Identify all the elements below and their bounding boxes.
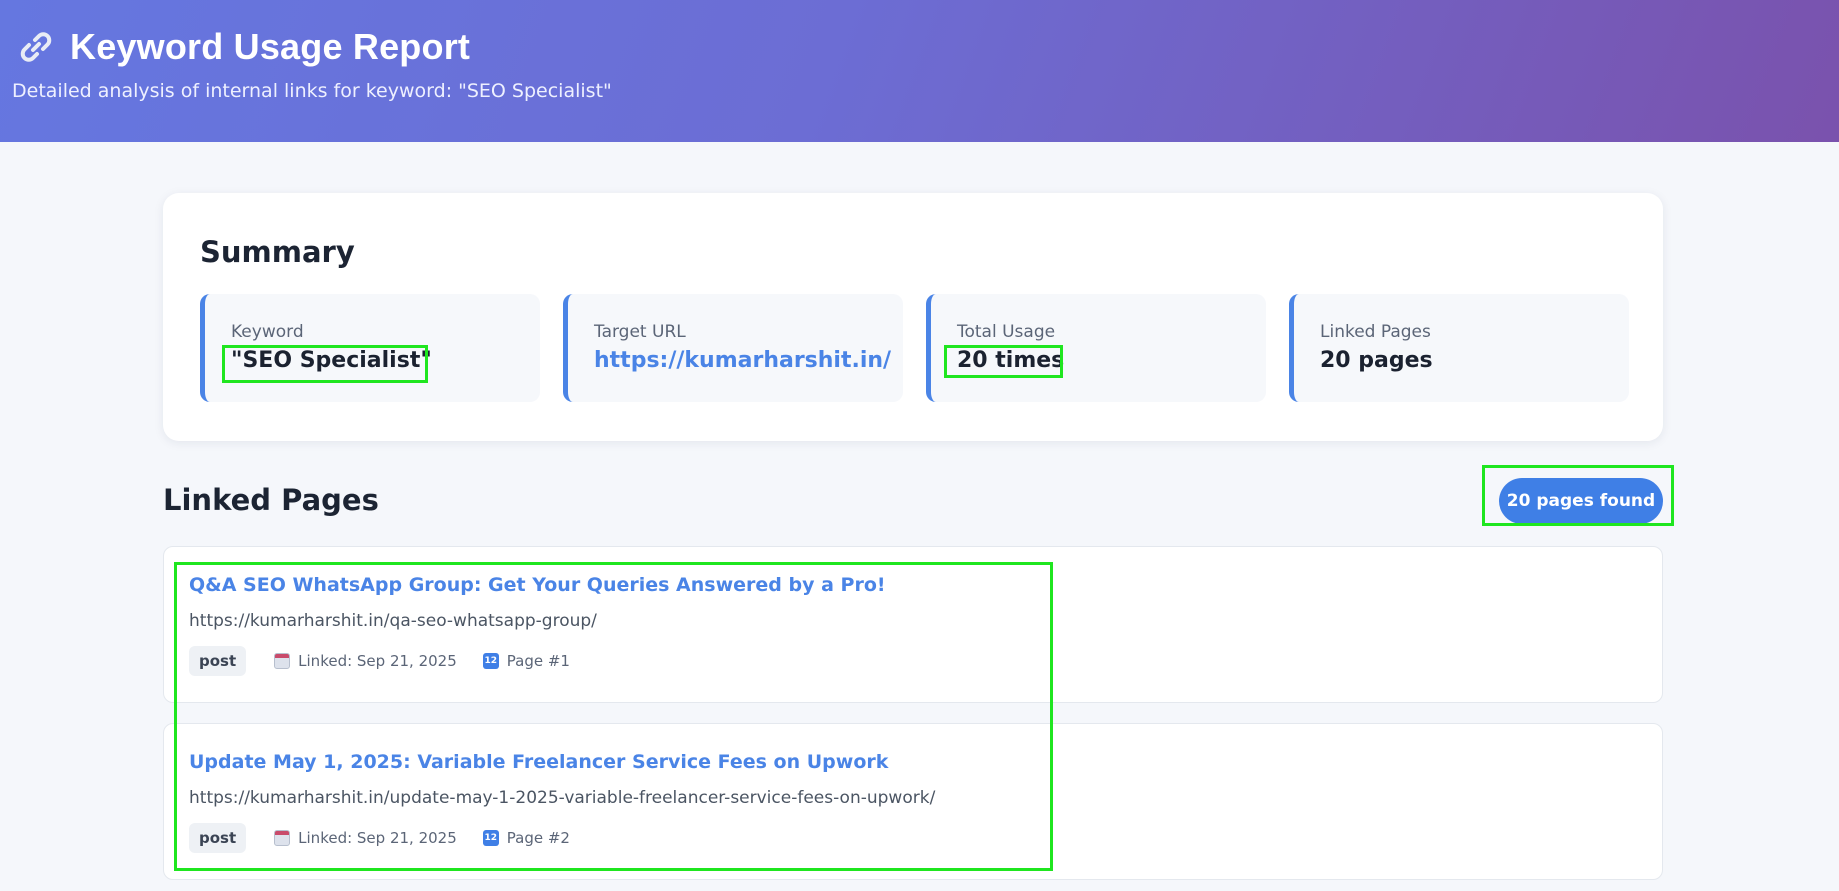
post-type-tag: post (189, 823, 247, 853)
linked-page-title[interactable]: Q&A SEO WhatsApp Group: Get Your Queries… (189, 574, 886, 596)
stat-value: 20 times (957, 348, 1065, 373)
report-header: Keyword Usage Report Detailed analysis o… (0, 0, 1839, 142)
linked-date-text: Linked: Sep 21, 2025 (298, 829, 457, 847)
linked-page-url: https://kumarharshit.in/update-may-1-202… (189, 788, 936, 808)
link-icon (20, 32, 52, 62)
stat-linked-pages: Linked Pages 20 pages (1289, 294, 1629, 402)
calendar-icon (274, 830, 291, 846)
linked-page-title[interactable]: Update May 1, 2025: Variable Freelancer … (189, 751, 888, 773)
linked-page-card: Update May 1, 2025: Variable Freelancer … (163, 723, 1663, 880)
post-type-tag: post (189, 646, 247, 676)
linked-date-text: Linked: Sep 21, 2025 (298, 652, 457, 670)
stat-target-url: Target URL https://kumarharshit.in/ (563, 294, 903, 402)
linked-page-card: Q&A SEO WhatsApp Group: Get Your Queries… (163, 546, 1663, 703)
linked-date: Linked: Sep 21, 2025 (274, 829, 457, 847)
page-number-text: Page #2 (506, 829, 570, 847)
calendar-icon (274, 653, 291, 669)
linked-page-meta: post Linked: Sep 21, 2025 12 Page #1 (189, 645, 596, 677)
stat-total-usage: Total Usage 20 times (926, 294, 1266, 402)
page-title: Keyword Usage Report (70, 26, 471, 67)
linked-date: Linked: Sep 21, 2025 (274, 652, 457, 670)
stat-label: Target URL (594, 322, 686, 342)
stat-keyword: Keyword "SEO Specialist" (200, 294, 540, 402)
linked-page-url: https://kumarharshit.in/qa-seo-whatsapp-… (189, 611, 597, 631)
stat-value: "SEO Specialist" (231, 348, 432, 373)
numbers-icon: 12 (482, 653, 499, 669)
pages-found-badge: 20 pages found (1499, 478, 1663, 524)
stat-label: Linked Pages (1320, 322, 1431, 342)
linked-page-meta: post Linked: Sep 21, 2025 12 Page #2 (189, 822, 596, 854)
summary-heading: Summary (200, 235, 355, 269)
target-url-link[interactable]: https://kumarharshit.in/ (594, 348, 891, 373)
stat-label: Total Usage (957, 322, 1056, 342)
page-number-text: Page #1 (506, 652, 570, 670)
summary-card: Summary Keyword "SEO Specialist" Target … (163, 193, 1663, 441)
header-title-row: Keyword Usage Report (16, 22, 470, 72)
page-number: 12 Page #1 (482, 652, 570, 670)
stat-label: Keyword (231, 322, 304, 342)
page-number: 12 Page #2 (482, 829, 570, 847)
numbers-icon: 12 (482, 830, 499, 846)
page-subtitle: Detailed analysis of internal links for … (12, 80, 612, 102)
linked-pages-heading: Linked Pages (163, 483, 379, 517)
stat-value: 20 pages (1320, 348, 1433, 373)
